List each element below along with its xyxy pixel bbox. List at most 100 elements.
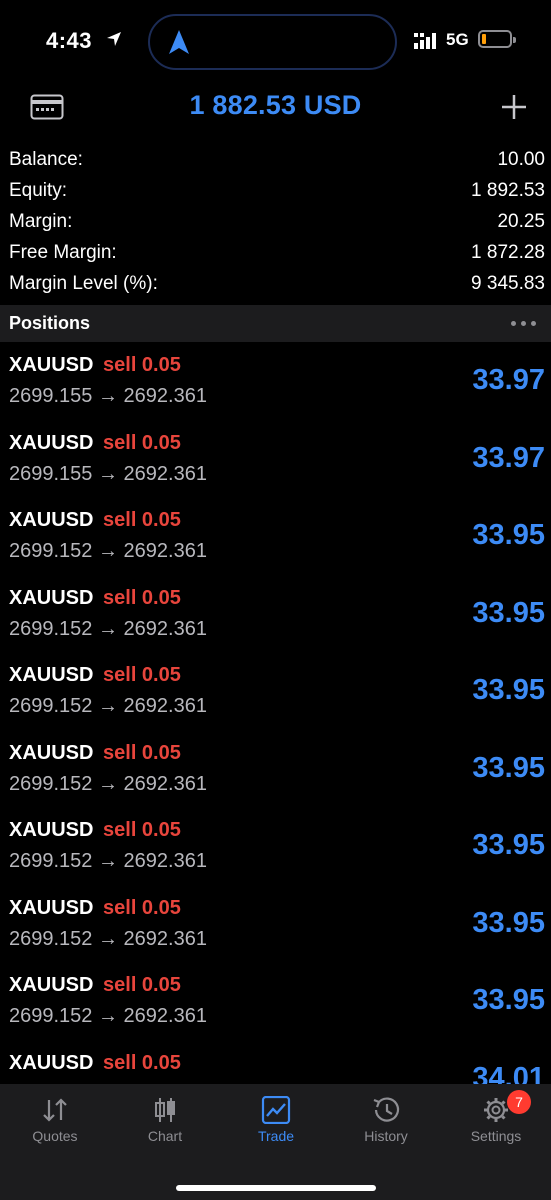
positions-title: Positions <box>9 313 91 333</box>
position-symbol: XAUUSD <box>9 1051 94 1074</box>
navigation-icon <box>168 29 190 60</box>
gear-icon <box>441 1096 551 1124</box>
trade-header: 1 882.53 USD <box>0 84 551 130</box>
position-prices: 2699.155 → 2692.361 <box>9 385 207 407</box>
signal-icon <box>414 33 442 54</box>
account-summary: Balance: 10.00 Equity: 1 892.53 Margin: … <box>0 144 551 299</box>
summary-value: 1 872.28 <box>471 242 545 263</box>
position-prices: 2699.152 → 2692.361 <box>9 695 207 717</box>
tab-chart[interactable]: Chart <box>110 1096 220 1144</box>
position-side: sell 0.05 <box>103 974 181 996</box>
position-side: sell 0.05 <box>103 354 181 376</box>
position-title: XAUUSD sell 0.05 <box>9 819 181 842</box>
position-profit: 33.97 <box>472 364 545 396</box>
position-title: XAUUSD sell 0.05 <box>9 742 181 765</box>
position-profit: 33.95 <box>472 674 545 706</box>
position-profit: 34.01 <box>472 1061 545 1085</box>
summary-label: Equity: <box>9 180 68 201</box>
summary-row-equity: Equity: 1 892.53 <box>0 175 551 206</box>
position-profit: 33.95 <box>472 596 545 629</box>
position-prices: 2699.152 → 2692.361 <box>9 617 207 640</box>
position-side: sell 0.05 <box>103 896 181 919</box>
position-row[interactable]: XAUUSD sell 0.05 2699.152 → 2692.361 33.… <box>0 575 551 653</box>
position-title: XAUUSD sell 0.05 <box>9 664 181 687</box>
summary-value: 9 345.83 <box>471 273 545 294</box>
trade-chart-icon <box>221 1096 331 1124</box>
status-time-wrap: 4:43 <box>46 28 123 54</box>
position-prices: 2699.152 → 2692.361 <box>9 1005 207 1027</box>
position-prices: 2699.155 → 2692.361 <box>9 462 207 485</box>
summary-row-balance: Balance: 10.00 <box>0 144 551 175</box>
position-side: sell 0.05 <box>103 1051 181 1074</box>
tab-bar: Quotes Chart Trade History 7 Settings <box>0 1084 551 1200</box>
summary-row-margin: Margin: 20.25 <box>0 206 551 237</box>
position-symbol: XAUUSD <box>9 431 94 454</box>
position-row[interactable]: XAUUSD sell 0.05 2699.152 → 2692.361 33.… <box>0 652 551 730</box>
status-time: 4:43 <box>46 28 93 53</box>
position-prices: 2699.152 → 2692.361 <box>9 850 207 872</box>
position-symbol: XAUUSD <box>9 586 94 609</box>
position-prices: 2699.152 → 2692.361 <box>9 772 207 795</box>
more-options-icon[interactable] <box>511 321 536 326</box>
location-arrow-icon <box>105 28 123 54</box>
position-title: XAUUSD sell 0.05 <box>9 1052 181 1075</box>
candlestick-icon <box>110 1096 220 1124</box>
position-title: XAUUSD sell 0.05 <box>9 432 181 455</box>
plus-icon[interactable] <box>499 92 529 127</box>
position-row[interactable]: XAUUSD sell 0.05 2699.152 → 2692.361 33.… <box>0 885 551 963</box>
summary-label: Margin: <box>9 211 73 232</box>
position-row[interactable]: XAUUSD sell 0.05 2699.155 → 2692.361 33.… <box>0 342 551 420</box>
position-row[interactable]: XAUUSD sell 0.05 2699.155 → 2692.361 33.… <box>0 420 551 498</box>
quotes-arrows-icon <box>0 1096 110 1124</box>
position-profit: 33.95 <box>472 829 545 861</box>
position-side: sell 0.05 <box>103 586 181 609</box>
position-profit: 33.95 <box>472 984 545 1016</box>
summary-value: 20.25 <box>497 211 545 232</box>
position-row[interactable]: XAUUSD sell 0.05 2699.152 → 2692.361 33.… <box>0 962 551 1040</box>
summary-label: Margin Level (%): <box>9 273 158 294</box>
position-side: sell 0.05 <box>103 741 181 764</box>
tab-settings[interactable]: 7 Settings <box>441 1090 551 1144</box>
notification-badge: 7 <box>507 1090 531 1114</box>
position-prices: 2699.152 → 2692.361 <box>9 927 207 950</box>
position-profit: 33.95 <box>472 751 545 784</box>
battery-icon <box>478 30 516 48</box>
position-side: sell 0.05 <box>103 819 181 841</box>
position-profit: 33.95 <box>472 906 545 939</box>
dynamic-island[interactable] <box>148 14 397 70</box>
summary-label: Balance: <box>9 149 83 170</box>
status-bar: 4:43 5G <box>0 0 551 84</box>
positions-list[interactable]: XAUUSD sell 0.05 2699.155 → 2692.361 33.… <box>0 342 551 1084</box>
tab-label: Chart <box>147 1128 183 1144</box>
equity-title: 1 882.53 USD <box>189 90 362 120</box>
summary-row-free-margin: Free Margin: 1 872.28 <box>0 237 551 268</box>
home-indicator[interactable] <box>176 1185 376 1191</box>
position-title: XAUUSD sell 0.05 <box>9 974 181 997</box>
position-symbol: XAUUSD <box>9 974 94 996</box>
position-title: XAUUSD sell 0.05 <box>9 354 181 377</box>
summary-value: 10.00 <box>497 149 545 170</box>
tab-label: Quotes <box>32 1128 78 1144</box>
summary-value: 1 892.53 <box>471 180 545 201</box>
position-side: sell 0.05 <box>103 509 181 531</box>
position-row[interactable]: XAUUSD sell 0.05 2699.152 → 2692.361 33.… <box>0 730 551 808</box>
position-symbol: XAUUSD <box>9 664 94 686</box>
tab-quotes[interactable]: Quotes <box>0 1096 110 1144</box>
tab-label: Settings <box>470 1128 522 1144</box>
position-row[interactable]: XAUUSD sell 0.05 34.01 <box>0 1040 551 1085</box>
tab-trade[interactable]: Trade <box>221 1096 331 1144</box>
position-row[interactable]: XAUUSD sell 0.05 2699.152 → 2692.361 33.… <box>0 807 551 885</box>
position-side: sell 0.05 <box>103 664 181 686</box>
position-symbol: XAUUSD <box>9 509 94 531</box>
position-title: XAUUSD sell 0.05 <box>9 509 181 532</box>
position-profit: 33.95 <box>472 519 545 551</box>
tab-label: Trade <box>257 1128 295 1144</box>
history-clock-icon <box>331 1096 441 1124</box>
position-row[interactable]: XAUUSD sell 0.05 2699.152 → 2692.361 33.… <box>0 497 551 575</box>
position-title: XAUUSD sell 0.05 <box>9 587 181 610</box>
summary-label: Free Margin: <box>9 242 117 263</box>
position-symbol: XAUUSD <box>9 819 94 841</box>
tab-label: History <box>364 1128 408 1144</box>
tab-history[interactable]: History <box>331 1096 441 1144</box>
position-title: XAUUSD sell 0.05 <box>9 897 181 920</box>
